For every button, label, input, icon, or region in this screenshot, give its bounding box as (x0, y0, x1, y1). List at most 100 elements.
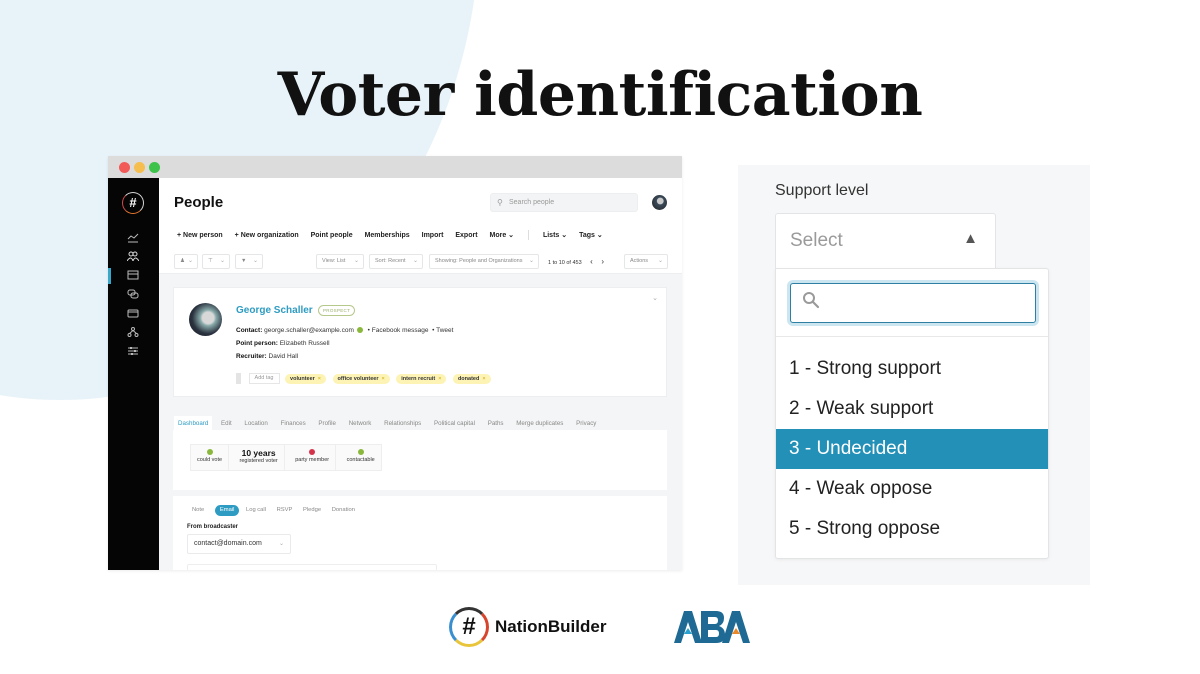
option-weak-support[interactable]: 2 - Weak support (776, 389, 1048, 429)
tab-location[interactable]: Location (244, 420, 267, 427)
nationbuilder-hash-icon: # (449, 607, 489, 647)
import-button[interactable]: Import (422, 232, 444, 239)
tab-political-capital[interactable]: Political capital (434, 420, 475, 427)
pager-text: 1 to 10 of 453 (548, 260, 582, 266)
chevron-down-icon: ⌄ (187, 258, 193, 264)
nationbuilder-logo-icon[interactable]: # (122, 192, 144, 214)
contact-composer: Note Email Log call RSVP Pledge Donation… (173, 496, 667, 570)
new-person-button[interactable]: + New person (177, 232, 223, 239)
new-organization-button[interactable]: + New organization (235, 232, 299, 239)
x-circle-icon (309, 449, 316, 455)
pin-filter-dropdown[interactable]: ⊤ ⌄ (202, 254, 230, 269)
sort-dropdown[interactable]: Sort: Recent ⌄ (369, 254, 423, 269)
from-broadcaster-value: contact@domain.com (194, 540, 262, 547)
action-bar: + New person + New organization Point pe… (177, 230, 613, 240)
minimize-window-button[interactable] (134, 162, 145, 173)
export-button[interactable]: Export (455, 232, 477, 239)
actions-dropdown[interactable]: Actions ⌄ (624, 254, 668, 269)
user-avatar[interactable] (652, 195, 667, 210)
recruiter-value[interactable]: David Hall (269, 353, 299, 360)
support-search-input[interactable] (790, 283, 1036, 323)
tab-log-call[interactable]: Log call (246, 505, 266, 516)
person-name-link[interactable]: George Schaller (236, 305, 313, 316)
tweet-link[interactable]: Tweet (436, 327, 453, 334)
tag-label: volunteer (290, 375, 315, 382)
network-icon[interactable] (126, 327, 140, 339)
verified-check-icon (356, 327, 363, 334)
more-menu-button[interactable]: More ⌄ (490, 232, 515, 239)
window-titlebar (108, 156, 682, 178)
tab-merge-duplicates[interactable]: Merge duplicates (516, 420, 563, 427)
option-weak-oppose[interactable]: 4 - Weak oppose (776, 469, 1048, 509)
person-avatar (189, 303, 222, 336)
previous-page-button[interactable]: ‹ (590, 254, 593, 269)
tab-privacy[interactable]: Privacy (576, 420, 596, 427)
drag-handle[interactable] (236, 373, 241, 384)
option-strong-oppose[interactable]: 5 - Strong oppose (776, 509, 1048, 549)
view-dropdown[interactable]: View: List ⌄ (316, 254, 364, 269)
select-placeholder: Select (790, 230, 843, 251)
page-title: People (174, 194, 224, 211)
chevron-down-icon: ⌄ (353, 258, 359, 264)
contact-line: Contact: george.schaller@example.com • F… (236, 327, 454, 334)
people-icon[interactable] (126, 251, 140, 263)
calendar-icon[interactable] (126, 270, 140, 282)
settings-sliders-icon[interactable] (126, 346, 140, 358)
tag-label: office volunteer (337, 375, 379, 382)
contact-email-link[interactable]: george.schaller@example.com (264, 327, 354, 334)
stat-value: 10 years (241, 448, 276, 458)
people-filter-dropdown[interactable]: ♟ ⌄ (174, 254, 198, 269)
dashboard-chart-icon[interactable] (126, 233, 140, 245)
from-broadcaster-select[interactable]: contact@domain.com ⌄ (187, 534, 291, 554)
tab-profile[interactable]: Profile (318, 420, 336, 427)
stat-label: registered voter (239, 458, 278, 464)
search-people-input[interactable]: ⚲ Search people (490, 193, 638, 212)
tab-note[interactable]: Note (192, 505, 204, 516)
option-strong-support[interactable]: 1 - Strong support (776, 349, 1048, 389)
remove-tag-icon[interactable]: × (438, 376, 441, 382)
chat-icon[interactable] (126, 289, 140, 301)
tag-label: intern recruit (401, 375, 436, 382)
memberships-button[interactable]: Memberships (365, 232, 410, 239)
sidebar: # (108, 178, 159, 570)
chevron-up-icon: ▲ (963, 230, 978, 247)
tag-chip: office volunteer × (332, 373, 390, 384)
support-level-panel: Support level Select ▲ 1 - Strong suppor… (738, 165, 1090, 585)
collapse-card-chevron-icon[interactable]: ⌄ (652, 294, 658, 302)
remove-tag-icon[interactable]: × (318, 376, 321, 382)
action-divider (528, 230, 529, 240)
tags-menu-button[interactable]: Tags ⌄ (579, 232, 603, 239)
tab-network[interactable]: Network (349, 420, 372, 427)
tab-relationships[interactable]: Relationships (384, 420, 421, 427)
tab-finances[interactable]: Finances (281, 420, 306, 427)
funnel-filter-dropdown[interactable]: ▼ ⌄ (235, 254, 263, 269)
app-window: # People ⚲ Search people + New person + … (108, 156, 682, 570)
search-icon: ⚲ (497, 198, 503, 207)
point-people-button[interactable]: Point people (311, 232, 353, 239)
tab-pledge[interactable]: Pledge (303, 505, 321, 516)
remove-tag-icon[interactable]: × (382, 376, 385, 382)
chevron-down-icon: ⌄ (412, 258, 418, 264)
person-card: George Schaller PROSPECT ⌄ Contact: geor… (173, 287, 667, 397)
tab-edit[interactable]: Edit (221, 420, 232, 427)
finance-card-icon[interactable] (126, 308, 140, 320)
support-level-select[interactable]: Select ▲ (775, 213, 996, 269)
showing-dropdown[interactable]: Showing: People and Organizations ⌄ (429, 254, 539, 269)
remove-tag-icon[interactable]: × (482, 376, 485, 382)
email-body-field[interactable] (187, 564, 437, 570)
tab-rsvp[interactable]: RSVP (277, 505, 293, 516)
funnel-icon: ▼ (241, 258, 247, 264)
lists-menu-button[interactable]: Lists ⌄ (543, 232, 567, 239)
tab-email[interactable]: Email (214, 505, 240, 516)
maximize-window-button[interactable] (149, 162, 160, 173)
option-undecided[interactable]: 3 - Undecided (776, 429, 1048, 469)
point-person-label: Point person: (236, 340, 278, 347)
next-page-button[interactable]: › (601, 254, 604, 269)
add-tag-input[interactable]: Add tag (248, 373, 280, 384)
tab-paths[interactable]: Paths (488, 420, 504, 427)
tag-chip: intern recruit × (396, 373, 447, 384)
facebook-message-link[interactable]: Facebook message (372, 327, 429, 334)
close-window-button[interactable] (119, 162, 130, 173)
tab-donation[interactable]: Donation (332, 505, 355, 516)
point-person-value[interactable]: Elizabeth Russell (280, 340, 330, 347)
